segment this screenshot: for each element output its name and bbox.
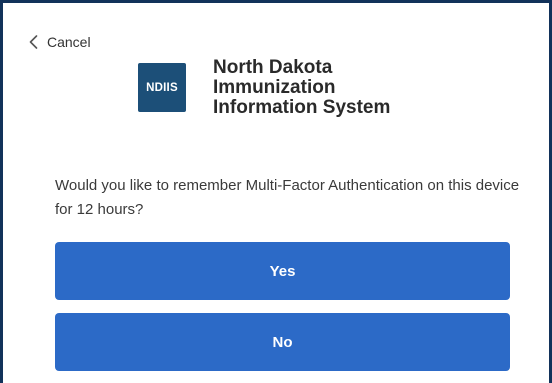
no-button[interactable]: No [55,313,510,371]
chevron-left-icon [29,35,38,49]
yes-button[interactable]: Yes [55,242,510,300]
remember-mfa-question: Would you like to remember Multi-Factor … [55,177,520,218]
cancel-link[interactable]: Cancel [29,32,91,52]
title-line-1: North Dakota [213,57,333,78]
system-title: North Dakota Immunization Information Sy… [213,58,390,118]
mfa-remember-dialog: Cancel NDIIS North Dakota Immunization I… [0,0,552,383]
ndiis-logo: NDIIS [138,63,186,112]
cancel-label: Cancel [47,34,91,50]
title-line-2: Immunization [213,77,336,98]
logo-text: NDIIS [146,81,178,94]
title-line-3: Information System [213,97,391,118]
